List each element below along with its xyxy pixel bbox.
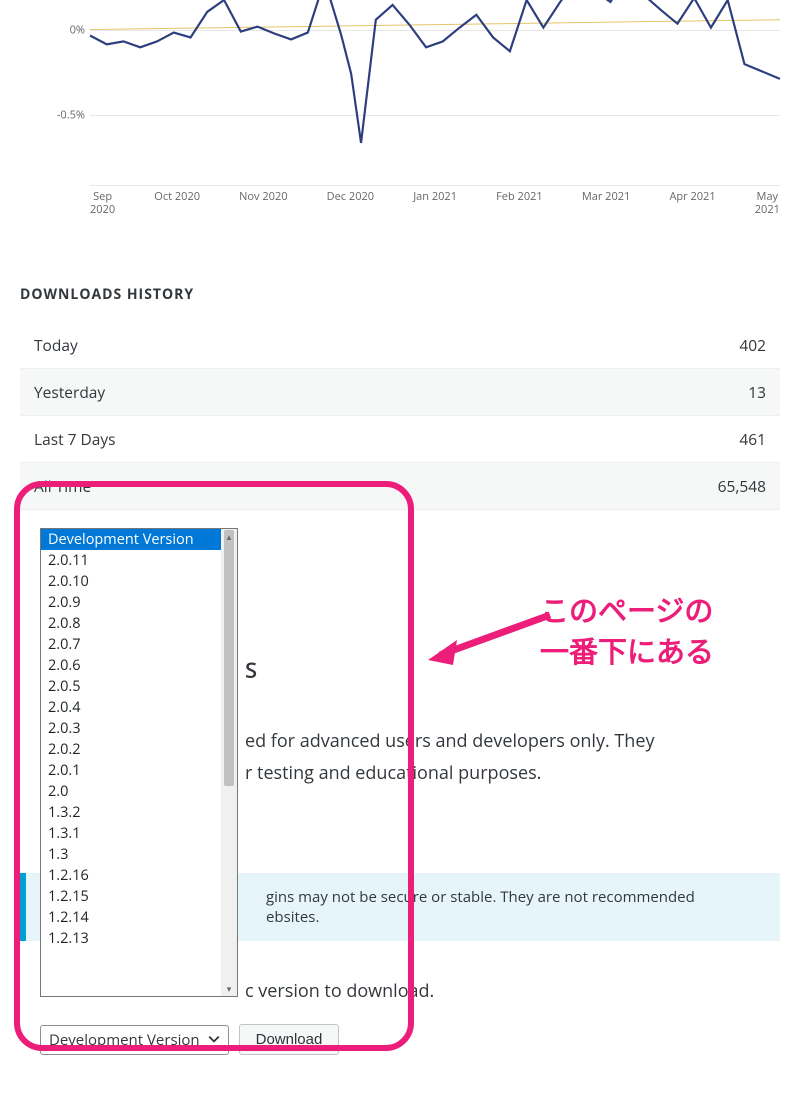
version-select-value: Development Version <box>49 1030 200 1050</box>
previous-versions-heading-partial: S <box>245 655 258 685</box>
notice-line2: ebsites. <box>266 907 764 927</box>
versions-region: S ed for advanced users and developers o… <box>20 510 780 1070</box>
annotation-arrow-icon <box>425 610 555 665</box>
row-value: 65,548 <box>468 463 780 510</box>
version-option[interactable]: 2.0.6 <box>41 655 237 676</box>
version-option[interactable]: 2.0.3 <box>41 718 237 739</box>
version-option[interactable]: 2.0 <box>41 781 237 802</box>
version-option[interactable]: 2.0.10 <box>41 571 237 592</box>
scroll-up-icon[interactable]: ▴ <box>221 530 237 543</box>
table-row: Last 7 Days461 <box>20 416 780 463</box>
row-value: 13 <box>468 369 780 416</box>
versions-body-line1: ed for advanced users and developers onl… <box>245 728 780 756</box>
download-button[interactable]: Download <box>239 1024 340 1055</box>
version-option[interactable]: 1.3.2 <box>41 802 237 823</box>
table-row: Today402 <box>20 322 780 369</box>
growth-chart: 0% -0.5% Sep 2020 Oct 2020 Nov 2020 Dec … <box>20 0 780 230</box>
version-option[interactable]: 2.0.1 <box>41 760 237 781</box>
version-option[interactable]: 2.0.2 <box>41 739 237 760</box>
scroll-down-icon[interactable]: ▾ <box>221 982 237 995</box>
chart-line <box>90 0 780 182</box>
version-option[interactable]: 1.3.1 <box>41 823 237 844</box>
version-option[interactable]: Development Version <box>41 529 237 550</box>
version-option[interactable]: 2.0.9 <box>41 592 237 613</box>
row-label: All Time <box>20 463 468 510</box>
table-row: All Time65,548 <box>20 463 780 510</box>
table-row: Yesterday13 <box>20 369 780 416</box>
chart-x-axis: Sep 2020 Oct 2020 Nov 2020 Dec 2020 Jan … <box>90 190 780 216</box>
y-tick-1: -0.5% <box>57 108 85 123</box>
version-option[interactable]: 1.3 <box>41 844 237 865</box>
version-option[interactable]: 1.2.16 <box>41 865 237 886</box>
version-option[interactable]: 2.0.5 <box>41 676 237 697</box>
version-listbox[interactable]: Development Version 2.0.11 2.0.10 2.0.9 … <box>40 528 238 997</box>
version-select[interactable]: Development Version <box>40 1025 229 1055</box>
row-label: Last 7 Days <box>20 416 468 463</box>
y-tick-0: 0% <box>70 23 85 38</box>
versions-body-line2: r testing and educational purposes. <box>245 760 780 788</box>
row-value: 461 <box>468 416 780 463</box>
row-label: Today <box>20 322 468 369</box>
chart-plot <box>90 0 780 185</box>
row-value: 402 <box>468 322 780 369</box>
version-option[interactable]: 1.2.13 <box>41 928 237 949</box>
downloads-history-table: Today402 Yesterday13 Last 7 Days461 All … <box>20 322 780 510</box>
row-label: Yesterday <box>20 369 468 416</box>
select-prompt-partial: c version to download. <box>245 978 434 1006</box>
notice-line1: gins may not be secure or stable. They a… <box>266 887 764 907</box>
version-option[interactable]: 1.2.15 <box>41 886 237 907</box>
version-option[interactable]: 2.0.8 <box>41 613 237 634</box>
page-root: 0% -0.5% Sep 2020 Oct 2020 Nov 2020 Dec … <box>0 0 800 1100</box>
version-option[interactable]: 2.0.7 <box>41 634 237 655</box>
version-option[interactable]: 2.0.4 <box>41 697 237 718</box>
listbox-scrollbar[interactable]: ▴ ▾ <box>221 529 237 996</box>
annotation-text: このページの 一番下にある <box>540 592 714 673</box>
downloads-history-heading: DOWNLOADS HISTORY <box>20 285 780 304</box>
version-option[interactable]: 1.2.14 <box>41 907 237 928</box>
chevron-down-icon <box>208 1030 220 1050</box>
version-option[interactable]: 2.0.11 <box>41 550 237 571</box>
